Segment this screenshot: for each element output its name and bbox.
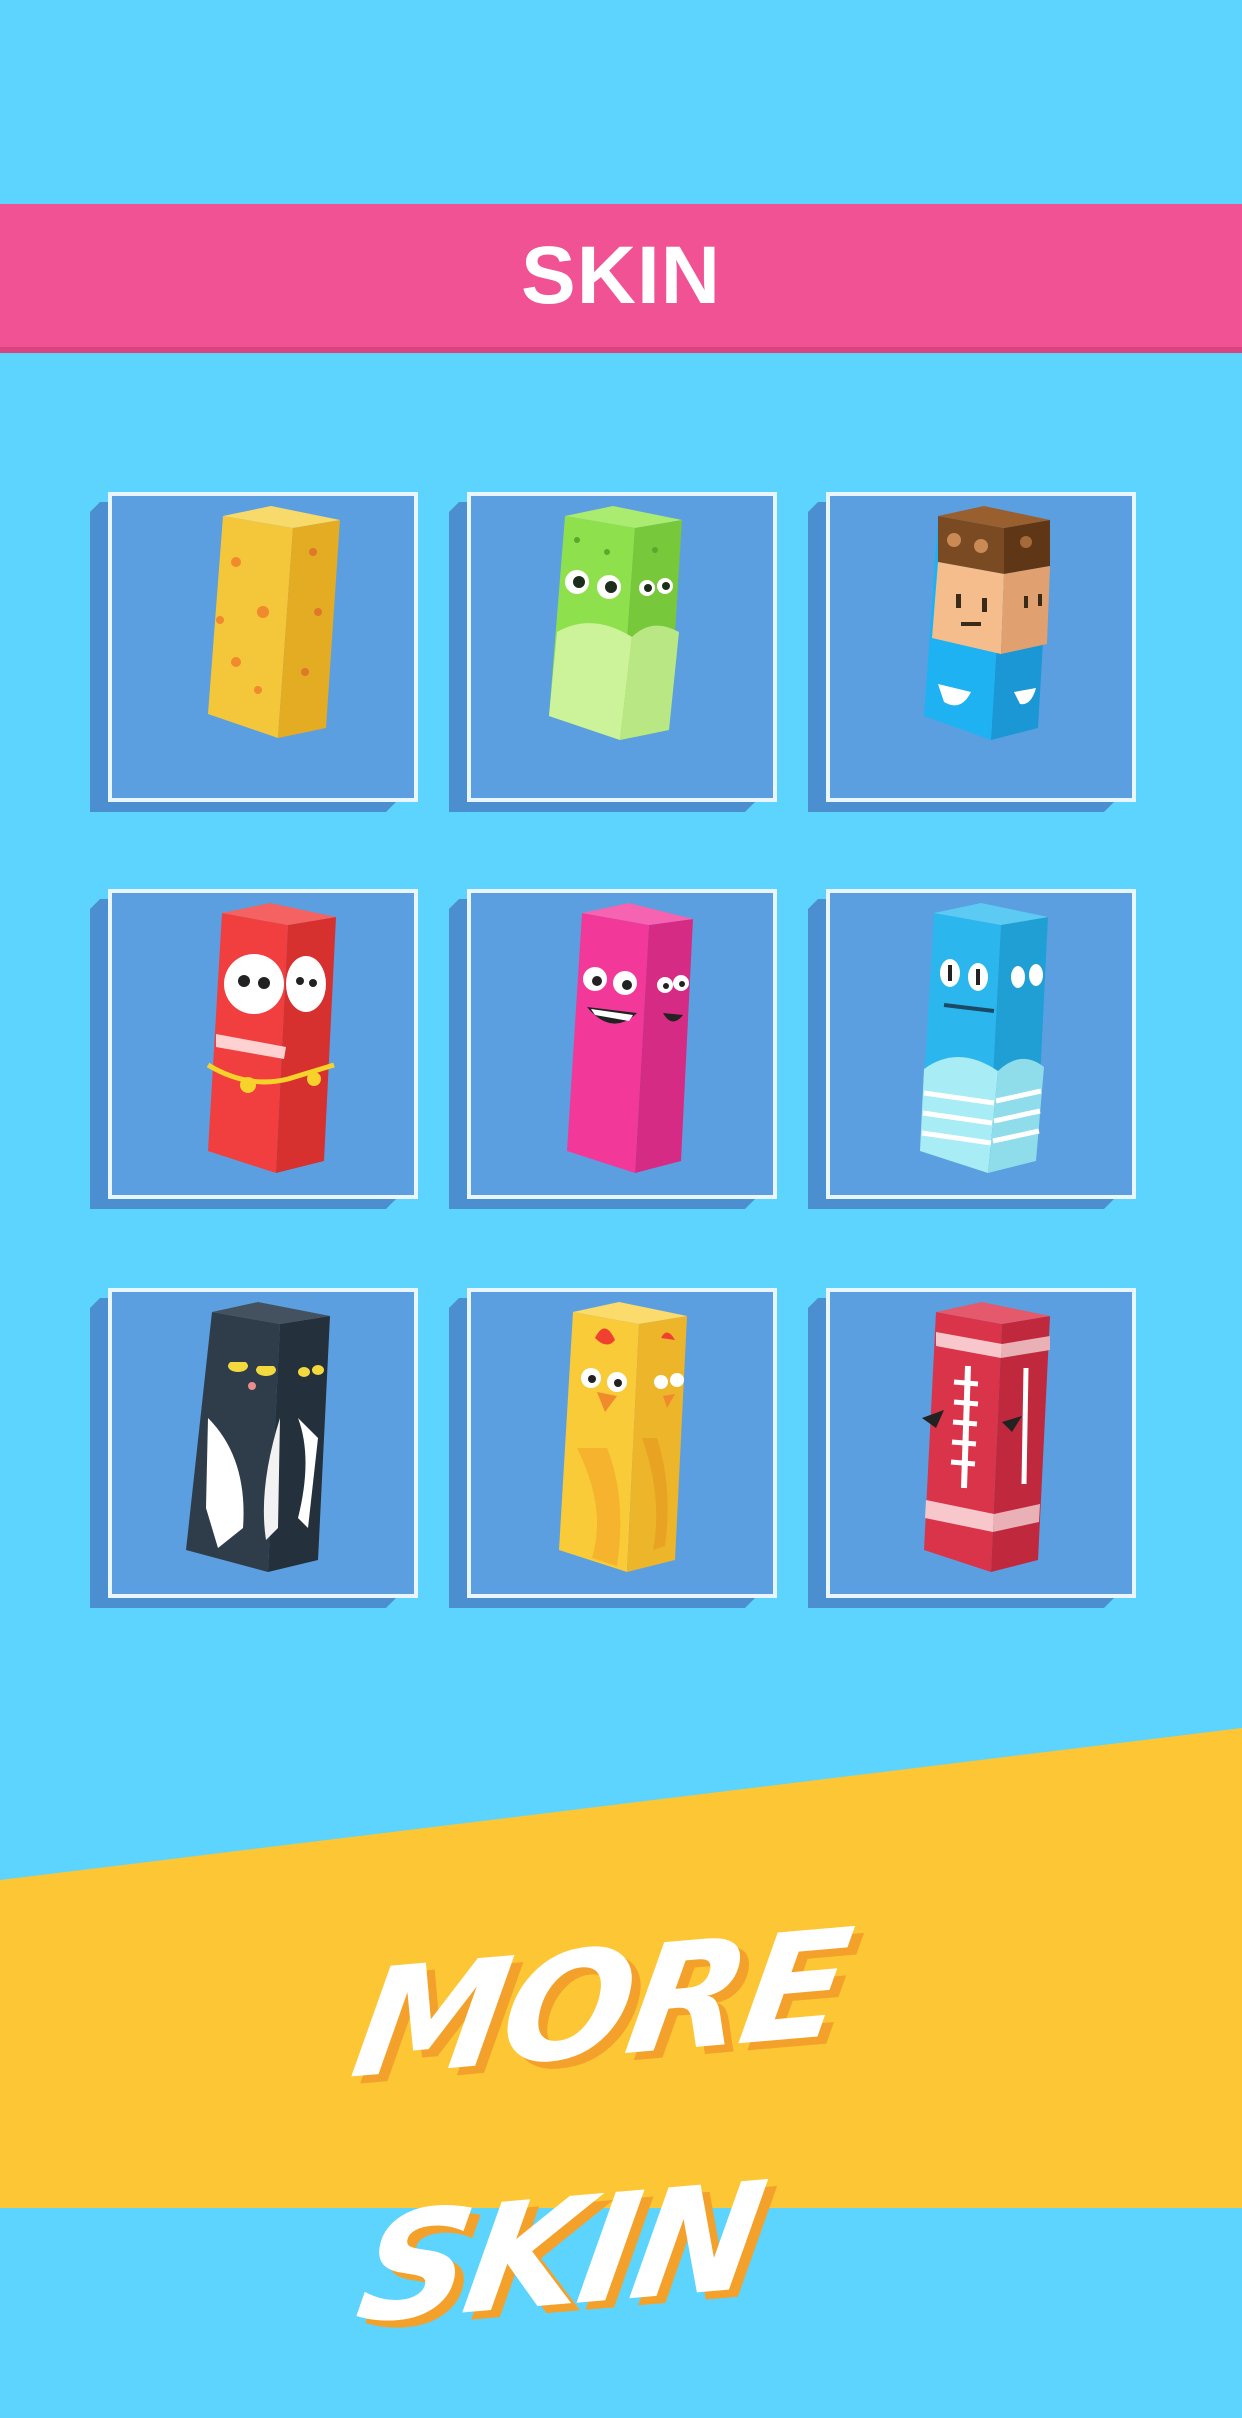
skin-card-green-frog[interactable] (467, 492, 777, 802)
skin-card-daruma[interactable] (108, 889, 418, 1199)
football-skin-icon (922, 1302, 1050, 1572)
green-frog-skin-icon (549, 506, 682, 740)
more-skin-button[interactable]: MORE SKIN (150, 1880, 1050, 2357)
skin-grid (0, 0, 1242, 1700)
blue-monster-skin-icon (920, 903, 1048, 1173)
skin-card-blue-monster[interactable] (826, 889, 1136, 1199)
chick-skin-icon (559, 1302, 687, 1572)
daruma-skin-icon (206, 903, 336, 1173)
pink-monster-skin-icon (567, 903, 693, 1173)
skin-card-pink-monster[interactable] (467, 889, 777, 1199)
skin-card-boy[interactable] (826, 492, 1136, 802)
more-skin-label: MORE SKIN (342, 1897, 858, 2358)
cheese-skin-icon (208, 506, 340, 738)
skin-card-black-cat[interactable] (108, 1288, 418, 1598)
skin-card-cheese[interactable] (108, 492, 418, 802)
skin-card-chick[interactable] (467, 1288, 777, 1598)
boy-skin-icon (924, 506, 1050, 740)
skin-card-football[interactable] (826, 1288, 1136, 1598)
black-cat-skin-icon (186, 1302, 330, 1572)
